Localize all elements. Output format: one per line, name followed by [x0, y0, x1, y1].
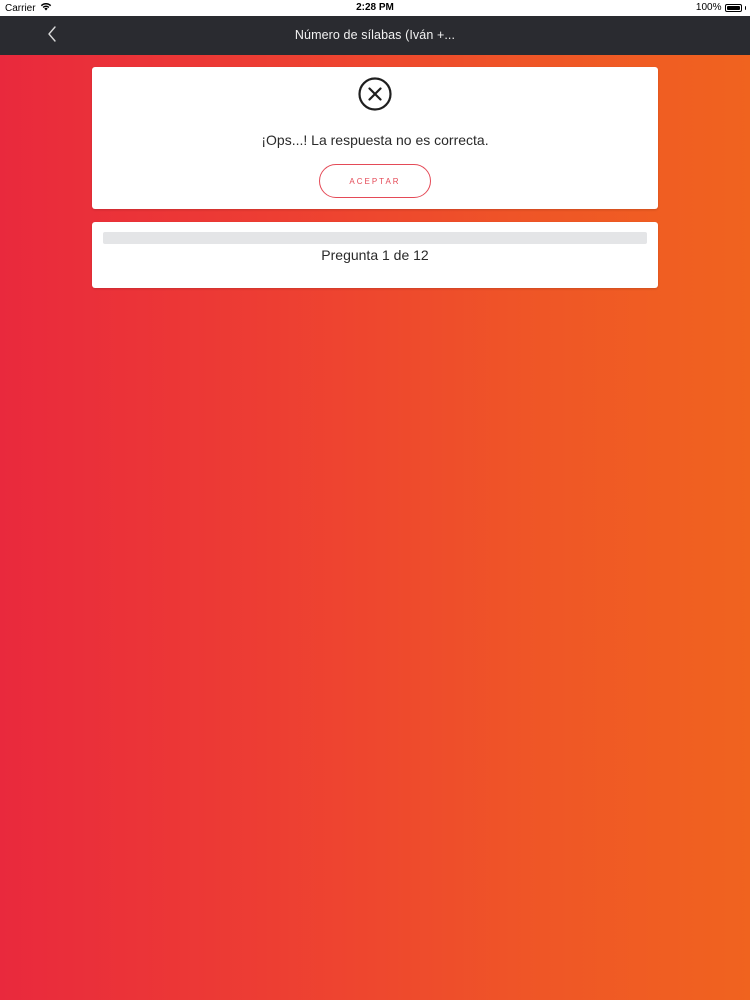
- question-counter: Pregunta 1 de 12: [321, 247, 429, 263]
- accept-button[interactable]: ACEPTAR: [319, 164, 431, 198]
- progress-card: Pregunta 1 de 12: [92, 222, 658, 288]
- page-title: Número de sílabas (Iván +...: [294, 28, 456, 42]
- progress-bar: [103, 232, 647, 244]
- status-bar: Carrier 2:28 PM 100%: [0, 0, 750, 16]
- status-time: 2:28 PM: [356, 2, 394, 13]
- status-right: 100%: [696, 2, 746, 13]
- feedback-card: ¡Ops...! La respuesta no es correcta. AC…: [92, 67, 658, 209]
- feedback-message: ¡Ops...! La respuesta no es correcta.: [261, 132, 489, 148]
- battery-percent: 100%: [695, 2, 722, 13]
- battery-tip: [744, 5, 746, 10]
- close-circle-icon: [358, 77, 392, 111]
- navigation-bar: Número de sílabas (Iván +...: [0, 16, 750, 55]
- battery-icon: [724, 3, 742, 12]
